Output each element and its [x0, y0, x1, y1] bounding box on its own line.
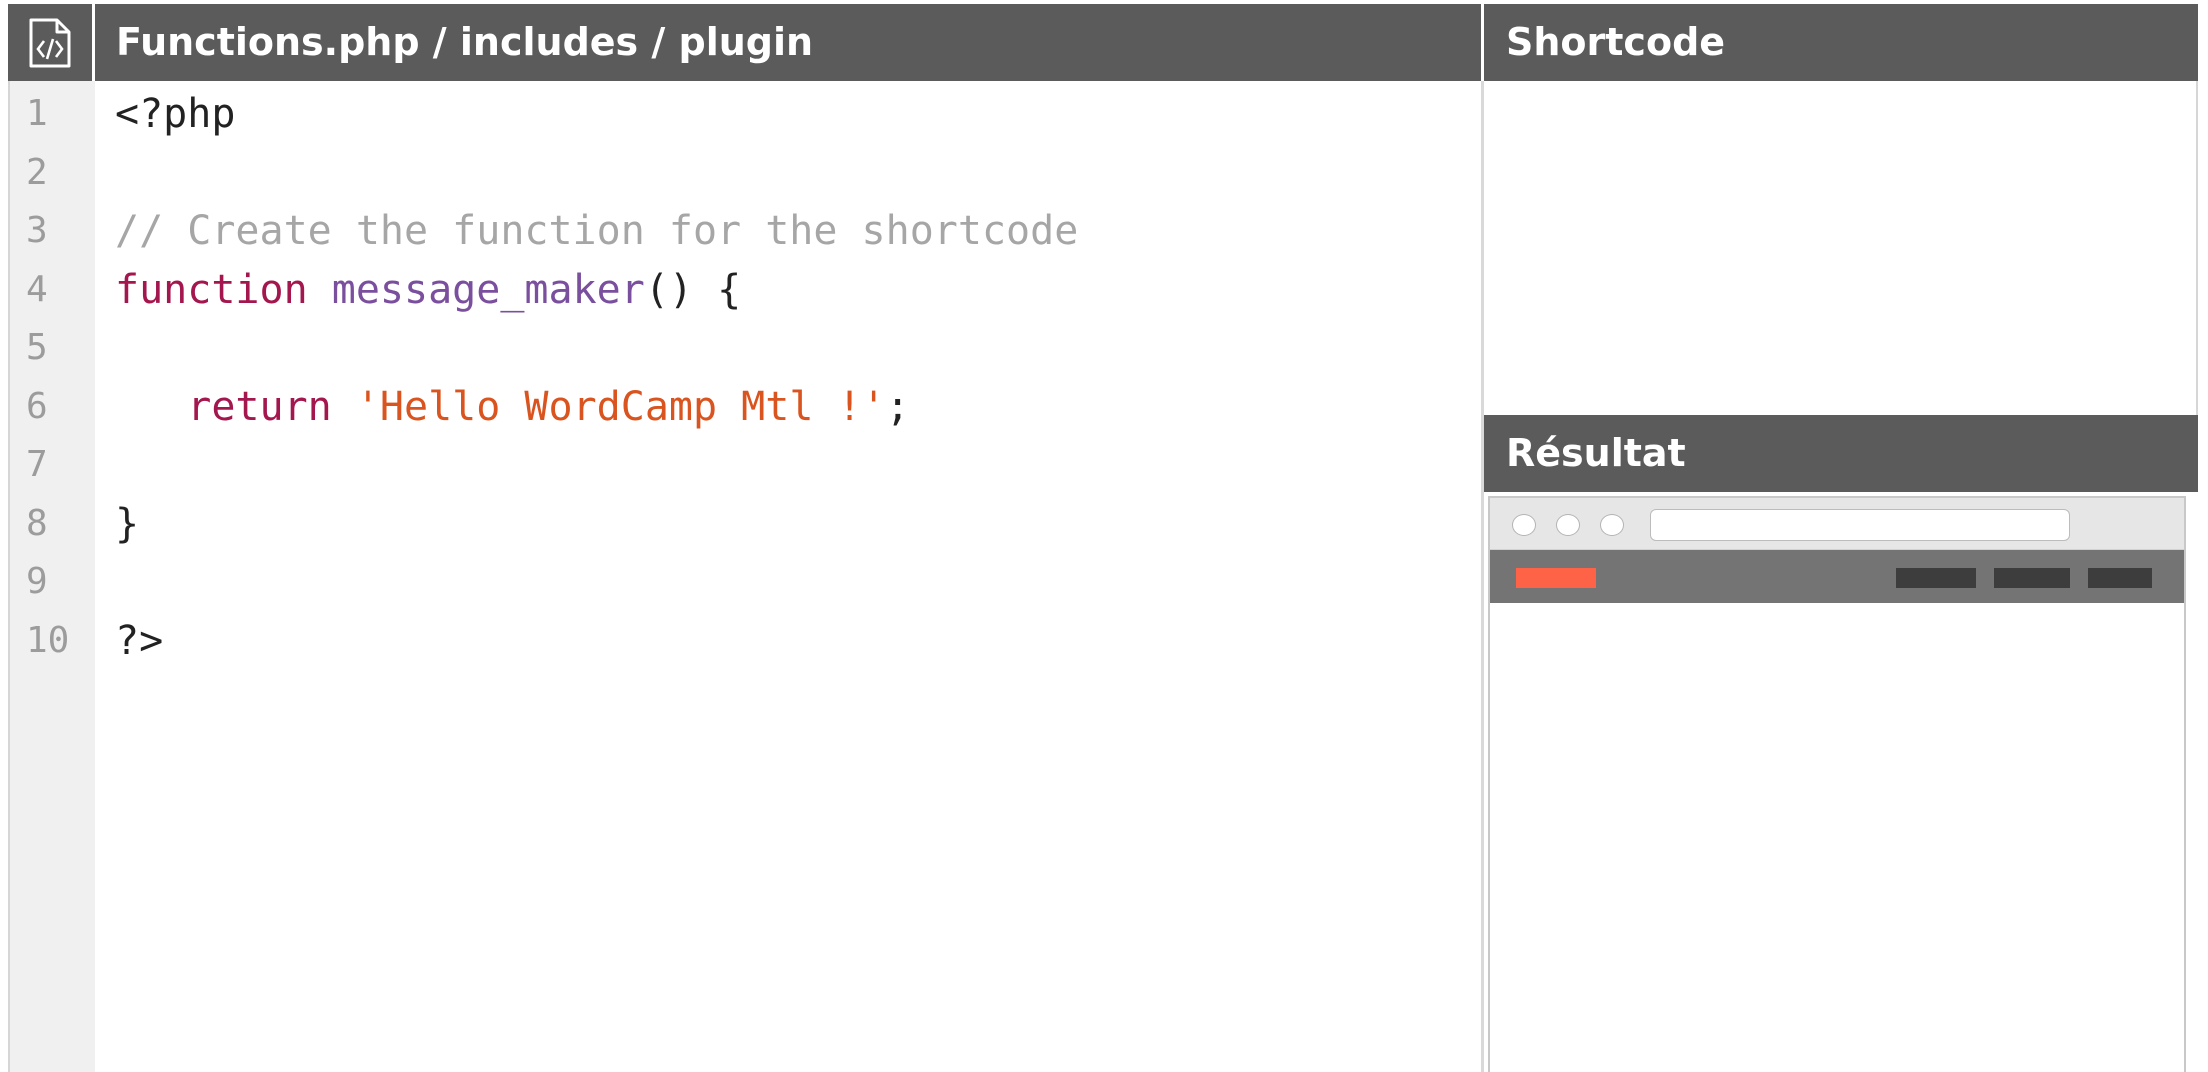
- line-number: 6: [26, 386, 48, 427]
- line-number: 5: [26, 327, 48, 368]
- code-token-func: message_maker: [331, 267, 645, 313]
- line-number: 9: [26, 561, 48, 602]
- line-number: 1: [26, 93, 48, 134]
- line-number: 3: [26, 210, 48, 251]
- code-token-string: 'Hello WordCamp Mtl !': [355, 384, 886, 430]
- code-token-plain: }: [115, 501, 140, 547]
- code-token-plain: <?php: [115, 91, 236, 137]
- line-number: 4: [26, 269, 48, 310]
- nav-item-3[interactable]: [2088, 568, 2152, 588]
- code-panel-title: Functions.php / includes / plugin: [116, 20, 814, 64]
- code-token-comment: // Create the function for the shortcode: [115, 208, 1079, 254]
- window-maximize-dot-icon[interactable]: [1600, 514, 1624, 536]
- site-logo[interactable]: [1516, 568, 1596, 588]
- code-line[interactable]: }: [115, 495, 139, 553]
- site-navbar: [1490, 550, 2184, 603]
- code-line[interactable]: <?php: [115, 85, 235, 143]
- code-line[interactable]: function message_maker() {: [115, 261, 741, 319]
- nav-item-2[interactable]: [1994, 568, 2070, 588]
- code-line[interactable]: return 'Hello WordCamp Mtl !';: [115, 378, 910, 436]
- line-number: 10: [26, 620, 70, 661]
- line-number-gutter: 1 2 3 4 5 6 7 8 9 10: [8, 81, 95, 1072]
- browser-toolbar: [1490, 498, 2184, 550]
- browser-url-field[interactable]: [1650, 509, 2070, 541]
- window-minimize-dot-icon[interactable]: [1556, 514, 1580, 536]
- line-number: 8: [26, 503, 48, 544]
- code-token-plain: ;: [885, 384, 910, 430]
- code-editor[interactable]: <?php // Create the function for the shor…: [95, 81, 1481, 1072]
- shortcode-panel-header: Shortcode: [1484, 4, 2198, 81]
- line-number: 2: [26, 152, 48, 193]
- result-panel-title: Résultat: [1506, 431, 1686, 475]
- code-line[interactable]: // Create the function for the shortcode: [115, 202, 1078, 260]
- code-token-plain: ?>: [115, 618, 164, 664]
- shortcode-panel-title: Shortcode: [1506, 20, 1726, 64]
- code-panel-header: Functions.php / includes / plugin: [8, 4, 1481, 81]
- code-token-plain: () {: [644, 267, 742, 313]
- code-token-keyword: function: [115, 267, 308, 313]
- browser-mockup: [1488, 496, 2186, 1072]
- code-file-icon: [8, 4, 95, 81]
- result-panel-header: Résultat: [1484, 415, 2198, 492]
- nav-item-1[interactable]: [1896, 568, 1976, 588]
- code-line[interactable]: ?>: [115, 612, 163, 670]
- window-close-dot-icon[interactable]: [1512, 514, 1536, 536]
- code-token-keyword: return: [187, 384, 332, 430]
- shortcode-panel-body[interactable]: [1484, 81, 2198, 415]
- line-number: 7: [26, 444, 48, 485]
